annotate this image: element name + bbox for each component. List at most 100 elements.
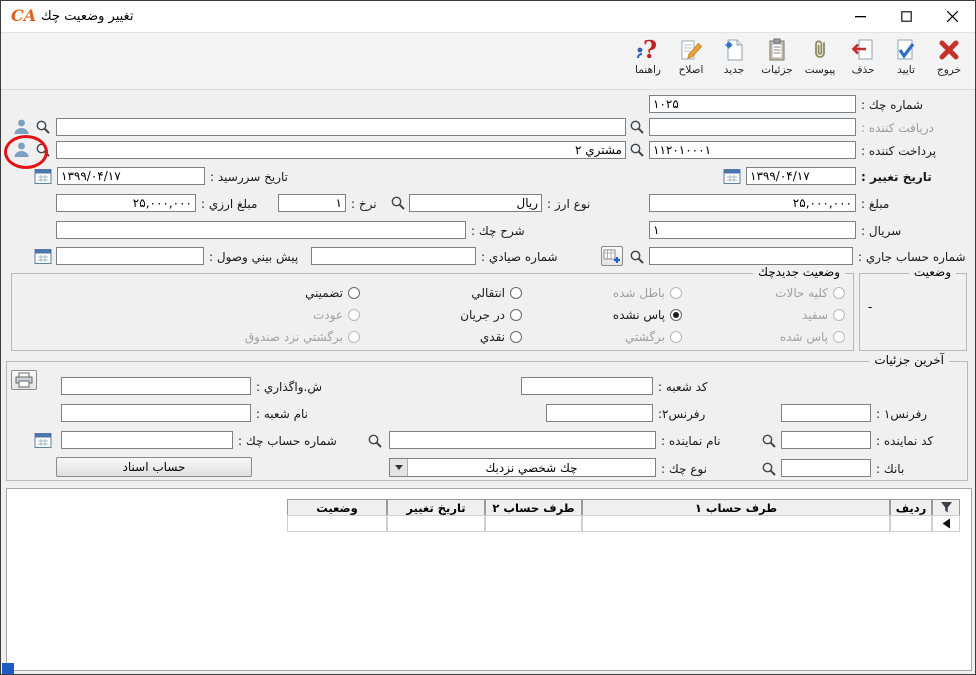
details-button[interactable]: جزئيات bbox=[757, 35, 797, 89]
check-desc-input[interactable] bbox=[56, 221, 466, 239]
receiver-code-input[interactable] bbox=[649, 118, 856, 136]
currency-type-input[interactable] bbox=[409, 194, 542, 212]
delete-button[interactable]: حذف bbox=[843, 35, 883, 89]
radio-cash[interactable]: نقدي bbox=[480, 330, 522, 344]
bank-input[interactable] bbox=[781, 459, 871, 477]
receiver-name-search-icon[interactable] bbox=[35, 119, 51, 135]
account-add-button[interactable] bbox=[601, 246, 623, 266]
maximize-button[interactable] bbox=[883, 1, 929, 31]
new-status-groupbox-title: وضعيت جديدچك bbox=[753, 265, 845, 279]
radio-circle bbox=[670, 309, 682, 321]
edit-button[interactable]: اصلاح bbox=[671, 35, 711, 89]
filter-icon bbox=[940, 501, 953, 514]
ref1-input[interactable] bbox=[781, 404, 871, 422]
receiver-search-icon[interactable] bbox=[629, 119, 645, 135]
ref2-input[interactable] bbox=[546, 404, 653, 422]
app-logo: CA bbox=[11, 6, 36, 25]
agent-name-search-icon[interactable] bbox=[367, 433, 383, 449]
edit-label: اصلاح bbox=[679, 64, 704, 76]
print-button[interactable] bbox=[11, 370, 37, 390]
check-account-input[interactable] bbox=[61, 431, 233, 449]
current-account-input[interactable] bbox=[649, 247, 853, 265]
radio-not-cleared[interactable]: پاس نشده bbox=[613, 308, 682, 322]
sayad-number-input[interactable] bbox=[311, 247, 476, 265]
attachment-icon bbox=[807, 37, 833, 63]
maximize-icon bbox=[901, 11, 912, 22]
radio-circle bbox=[833, 287, 845, 299]
radio-returned: عودت bbox=[313, 308, 360, 322]
radio-transferred[interactable]: انتقالي bbox=[471, 286, 522, 300]
confirm-icon bbox=[893, 37, 919, 63]
col-status[interactable]: وضعيت bbox=[287, 499, 387, 516]
help-icon: ? bbox=[635, 37, 661, 63]
table-cell-account-party-1[interactable] bbox=[582, 515, 890, 532]
chevron-down-icon[interactable] bbox=[390, 459, 408, 476]
col-change-date[interactable]: تاريخ تغيير bbox=[387, 499, 485, 516]
forecast-calendar-icon[interactable] bbox=[34, 247, 52, 265]
toolbar: خروج تاييد حذف پيوست جزئيات جديد bbox=[1, 33, 975, 90]
radio-label: نقدي bbox=[480, 330, 505, 344]
check-account-label: شماره حساب چك : bbox=[238, 434, 337, 448]
radio-label: تضميني bbox=[305, 286, 343, 300]
minimize-button[interactable] bbox=[837, 1, 883, 31]
receiver-person-icon[interactable] bbox=[12, 117, 31, 136]
change-date-calendar-icon[interactable] bbox=[723, 167, 741, 185]
account-search-icon[interactable] bbox=[629, 249, 645, 265]
agent-name-label: نام نماينده : bbox=[661, 434, 721, 448]
radio-voided: باطل شده bbox=[613, 286, 682, 300]
agent-code-input[interactable] bbox=[781, 431, 871, 449]
table-cell-change-date[interactable] bbox=[387, 515, 485, 532]
check-number-input[interactable] bbox=[649, 95, 856, 113]
payer-search-icon[interactable] bbox=[629, 142, 645, 158]
branch-name-input[interactable] bbox=[61, 404, 251, 422]
highlight-ellipse bbox=[4, 135, 48, 169]
change-date-input[interactable] bbox=[746, 167, 856, 185]
new-status-groupbox: وضعيت جديدچك كليه حالات باطل شده انتقالي… bbox=[11, 273, 854, 351]
amount-input[interactable] bbox=[649, 194, 856, 212]
collect-forecast-input[interactable] bbox=[56, 247, 204, 265]
agent-code-search-icon[interactable] bbox=[761, 433, 777, 449]
close-button[interactable] bbox=[929, 1, 975, 31]
docs-account-button[interactable]: حساب اسناد bbox=[56, 457, 252, 477]
status-value: - bbox=[868, 300, 872, 314]
payer-code-input[interactable] bbox=[649, 141, 856, 159]
payer-name-input[interactable] bbox=[56, 141, 626, 159]
currency-search-icon[interactable] bbox=[390, 195, 406, 211]
col-row-number[interactable]: رديف bbox=[890, 499, 932, 516]
receiver-name-input[interactable] bbox=[56, 118, 626, 136]
attach-button[interactable]: پيوست bbox=[800, 35, 840, 89]
confirm-button[interactable]: تاييد bbox=[886, 35, 926, 89]
radio-circle bbox=[670, 287, 682, 299]
table-cell-account-party-2[interactable] bbox=[485, 515, 582, 532]
printer-icon bbox=[14, 372, 34, 388]
radio-guarantee[interactable]: تضميني bbox=[305, 286, 360, 300]
check-number-label: شماره چك : bbox=[861, 98, 923, 112]
new-button[interactable]: جديد bbox=[714, 35, 754, 89]
due-date-calendar-icon[interactable] bbox=[34, 167, 52, 185]
radio-in-progress[interactable]: در جريان bbox=[460, 308, 522, 322]
check-type-combo[interactable]: چك شخصي نزدبك bbox=[389, 458, 656, 477]
help-button[interactable]: ? راهنما bbox=[628, 35, 668, 89]
col-account-party-1[interactable]: طرف حساب ۱ bbox=[582, 499, 890, 516]
agent-name-input[interactable] bbox=[389, 431, 656, 449]
current-account-label: شماره حساب جاري : bbox=[858, 250, 966, 264]
check-account-calendar-icon[interactable] bbox=[34, 431, 52, 449]
bank-search-icon[interactable] bbox=[761, 461, 777, 477]
details-icon bbox=[764, 37, 790, 63]
table-cell-row-number[interactable] bbox=[890, 515, 932, 532]
change-date-label: تاريخ تغيير : bbox=[861, 170, 932, 184]
assign-no-input[interactable] bbox=[61, 377, 251, 395]
new-label: جديد bbox=[724, 64, 744, 76]
radio-label: عودت bbox=[313, 308, 343, 322]
exit-button[interactable]: خروج bbox=[929, 35, 969, 89]
serial-input[interactable] bbox=[649, 221, 856, 239]
branch-code-input[interactable] bbox=[521, 377, 653, 395]
radio-circle bbox=[833, 309, 845, 321]
due-date-input[interactable] bbox=[57, 167, 205, 185]
col-account-party-2[interactable]: طرف حساب ۲ bbox=[485, 499, 582, 516]
filter-button[interactable] bbox=[932, 499, 960, 516]
fx-amount-input[interactable] bbox=[56, 194, 196, 212]
rate-input[interactable] bbox=[278, 194, 346, 212]
payer-label: پرداخت كننده : bbox=[861, 144, 936, 158]
table-cell-status[interactable] bbox=[287, 515, 387, 532]
